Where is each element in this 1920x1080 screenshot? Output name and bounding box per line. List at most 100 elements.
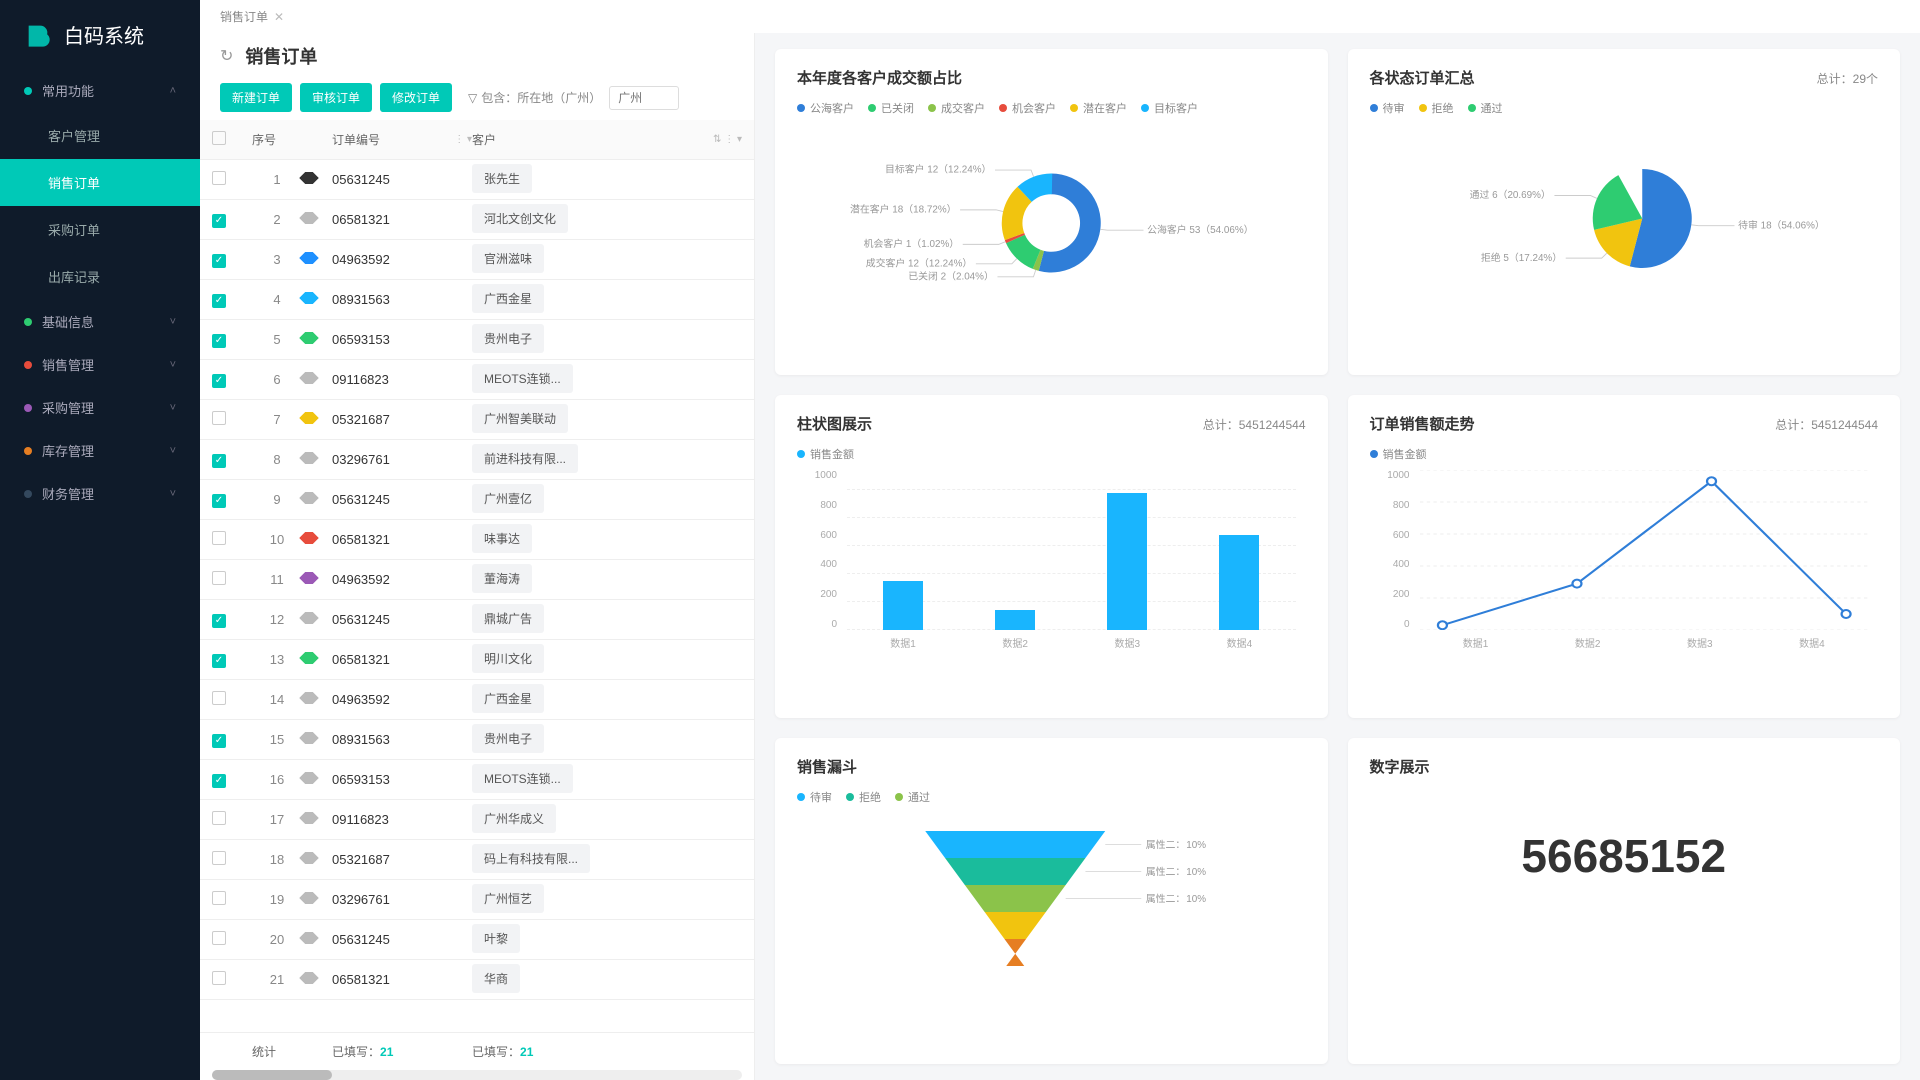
- customer-pill[interactable]: 码上有科技有限...: [472, 844, 590, 873]
- audit-order-button[interactable]: 审核订单: [300, 83, 372, 112]
- nav-section[interactable]: 销售管理˅: [0, 343, 200, 386]
- search-input[interactable]: [609, 86, 679, 110]
- row-checkbox[interactable]: ✓: [212, 294, 226, 308]
- customer-pill[interactable]: 鼎城广告: [472, 604, 544, 633]
- table-row[interactable]: ✓ 13 06581321 明川文化: [200, 640, 754, 680]
- table-row[interactable]: 1 05631245 张先生: [200, 160, 754, 200]
- table-row[interactable]: 11 04963592 董海涛: [200, 560, 754, 600]
- legend-item[interactable]: 潜在客户: [1070, 100, 1127, 116]
- nav-section[interactable]: 库存管理˅: [0, 429, 200, 472]
- customer-pill[interactable]: 广州华成义: [472, 804, 556, 833]
- legend-item[interactable]: 成交客户: [928, 100, 985, 116]
- new-order-button[interactable]: 新建订单: [220, 83, 292, 112]
- legend-item[interactable]: 待审: [797, 789, 832, 805]
- row-checkbox[interactable]: [212, 411, 226, 425]
- row-checkbox[interactable]: ✓: [212, 654, 226, 668]
- filter-pill[interactable]: ▽ 包含：所在地（广州）: [468, 89, 601, 106]
- table-row[interactable]: ✓ 4 08931563 广西金星: [200, 280, 754, 320]
- table-row[interactable]: ✓ 16 06593153 MEOTS连锁...: [200, 760, 754, 800]
- breadcrumb-item[interactable]: 销售订单: [220, 8, 268, 25]
- col-customer[interactable]: 客户⇅ ⋮ ▾: [472, 131, 742, 148]
- legend-item[interactable]: 待审: [1370, 100, 1405, 116]
- table-row[interactable]: 10 06581321 味事达: [200, 520, 754, 560]
- legend-item[interactable]: 机会客户: [999, 100, 1056, 116]
- edit-order-button[interactable]: 修改订单: [380, 83, 452, 112]
- customer-pill[interactable]: 味事达: [472, 524, 532, 553]
- customer-pill[interactable]: 广州壹亿: [472, 484, 544, 513]
- legend-item[interactable]: 通过: [895, 789, 930, 805]
- nav-section[interactable]: 常用功能˄: [0, 69, 200, 112]
- nav-section[interactable]: 采购管理˅: [0, 386, 200, 429]
- table-row[interactable]: ✓ 8 03296761 前进科技有限...: [200, 440, 754, 480]
- table-row[interactable]: ✓ 3 04963592 官洲滋味: [200, 240, 754, 280]
- row-checkbox[interactable]: [212, 691, 226, 705]
- customer-pill[interactable]: 广西金星: [472, 284, 544, 313]
- row-checkbox[interactable]: ✓: [212, 254, 226, 268]
- customer-pill[interactable]: 董海涛: [472, 564, 532, 593]
- legend-item[interactable]: 通过: [1468, 100, 1503, 116]
- table-row[interactable]: ✓ 12 05631245 鼎城广告: [200, 600, 754, 640]
- nav-item[interactable]: 出库记录: [0, 253, 200, 300]
- nav-item[interactable]: 采购订单: [0, 206, 200, 253]
- table-row[interactable]: 14 04963592 广西金星: [200, 680, 754, 720]
- select-all-checkbox[interactable]: [212, 131, 226, 145]
- legend-item[interactable]: 拒绝: [846, 789, 881, 805]
- table-row[interactable]: ✓ 15 08931563 贵州电子: [200, 720, 754, 760]
- table-row[interactable]: 20 05631245 叶黎: [200, 920, 754, 960]
- nav-item[interactable]: 客户管理: [0, 112, 200, 159]
- nav-section[interactable]: 基础信息˅: [0, 300, 200, 343]
- row-checkbox[interactable]: ✓: [212, 614, 226, 628]
- customer-pill[interactable]: MEOTS连锁...: [472, 364, 573, 393]
- nav-section[interactable]: 财务管理˅: [0, 472, 200, 515]
- table-row[interactable]: 17 09116823 广州华成义: [200, 800, 754, 840]
- customer-pill[interactable]: 华商: [472, 964, 520, 993]
- sort-icon[interactable]: ⋮ ▾: [454, 134, 472, 145]
- customer-pill[interactable]: 广州智美联动: [472, 404, 568, 433]
- customer-pill[interactable]: 张先生: [472, 164, 532, 193]
- horizontal-scrollbar[interactable]: [212, 1070, 742, 1080]
- row-checkbox[interactable]: ✓: [212, 214, 226, 228]
- nav-item[interactable]: 销售订单: [0, 159, 200, 206]
- scrollbar-thumb[interactable]: [212, 1070, 332, 1080]
- legend-item[interactable]: 公海客户: [797, 100, 854, 116]
- customer-pill[interactable]: MEOTS连锁...: [472, 764, 573, 793]
- row-checkbox[interactable]: ✓: [212, 774, 226, 788]
- row-checkbox[interactable]: ✓: [212, 334, 226, 348]
- col-seq[interactable]: 序号: [252, 131, 302, 148]
- table-row[interactable]: 19 03296761 广州恒艺: [200, 880, 754, 920]
- row-checkbox[interactable]: [212, 571, 226, 585]
- table-row[interactable]: ✓ 9 05631245 广州壹亿: [200, 480, 754, 520]
- row-checkbox[interactable]: ✓: [212, 494, 226, 508]
- row-checkbox[interactable]: [212, 811, 226, 825]
- table-row[interactable]: 21 06581321 华商: [200, 960, 754, 1000]
- refresh-icon[interactable]: ↻: [220, 46, 233, 66]
- legend-item[interactable]: 已关闭: [868, 100, 914, 116]
- legend-item[interactable]: 目标客户: [1141, 100, 1198, 116]
- row-checkbox[interactable]: [212, 851, 226, 865]
- table-row[interactable]: 18 05321687 码上有科技有限...: [200, 840, 754, 880]
- customer-pill[interactable]: 叶黎: [472, 924, 520, 953]
- table-row[interactable]: ✓ 6 09116823 MEOTS连锁...: [200, 360, 754, 400]
- customer-pill[interactable]: 贵州电子: [472, 324, 544, 353]
- legend-item[interactable]: 拒绝: [1419, 100, 1454, 116]
- table-row[interactable]: 7 05321687 广州智美联动: [200, 400, 754, 440]
- row-checkbox[interactable]: [212, 971, 226, 985]
- customer-pill[interactable]: 河北文创文化: [472, 204, 568, 233]
- col-order-no[interactable]: 订单编号⋮ ▾: [332, 131, 472, 148]
- row-checkbox[interactable]: ✓: [212, 734, 226, 748]
- row-checkbox[interactable]: ✓: [212, 374, 226, 388]
- customer-pill[interactable]: 贵州电子: [472, 724, 544, 753]
- customer-pill[interactable]: 官洲滋味: [472, 244, 544, 273]
- customer-pill[interactable]: 前进科技有限...: [472, 444, 578, 473]
- customer-pill[interactable]: 明川文化: [472, 644, 544, 673]
- column-menu-icon[interactable]: ⇅ ⋮ ▾: [713, 134, 742, 145]
- customer-pill[interactable]: 广西金星: [472, 684, 544, 713]
- row-checkbox[interactable]: [212, 171, 226, 185]
- table-row[interactable]: ✓ 5 06593153 贵州电子: [200, 320, 754, 360]
- row-checkbox[interactable]: [212, 891, 226, 905]
- close-icon[interactable]: ✕: [274, 10, 284, 24]
- row-checkbox[interactable]: [212, 931, 226, 945]
- customer-pill[interactable]: 广州恒艺: [472, 884, 544, 913]
- row-checkbox[interactable]: [212, 531, 226, 545]
- table-row[interactable]: ✓ 2 06581321 河北文创文化: [200, 200, 754, 240]
